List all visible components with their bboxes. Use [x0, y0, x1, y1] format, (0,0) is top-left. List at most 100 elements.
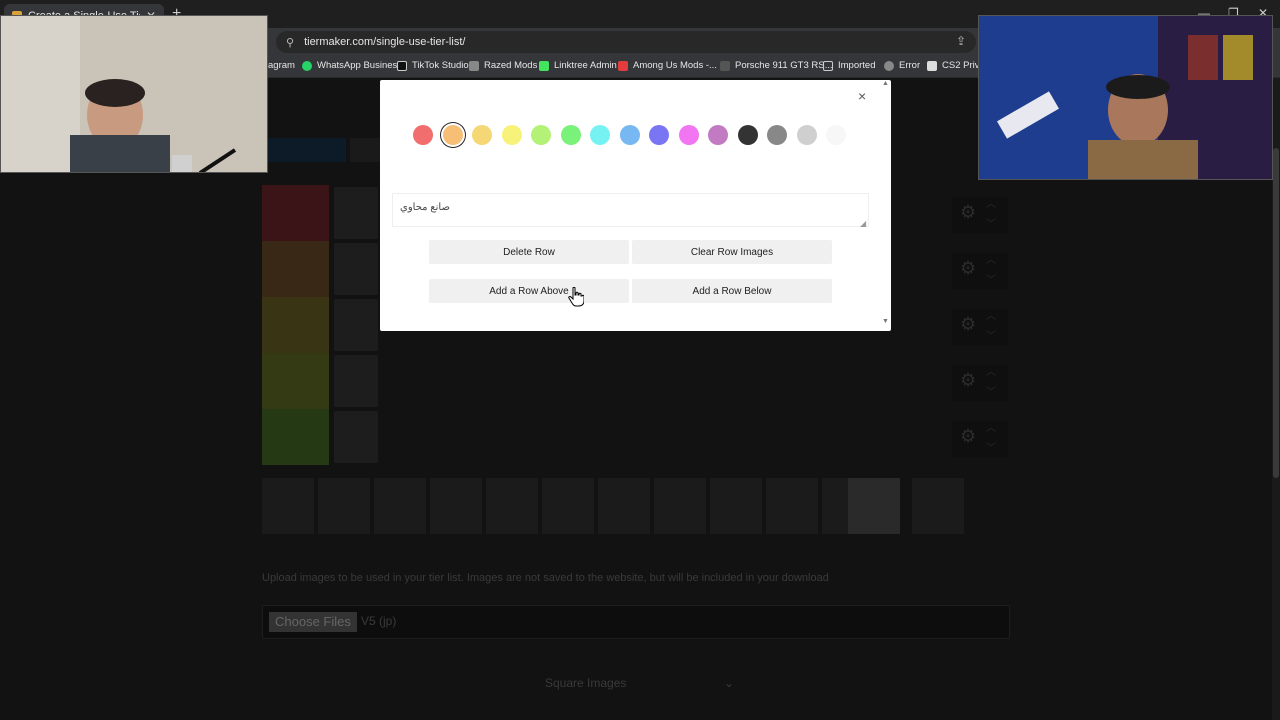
pool-image[interactable]: [766, 478, 818, 534]
clear-row-images-button[interactable]: Clear Row Images: [632, 240, 832, 264]
chevron-up-icon[interactable]: ︿: [986, 251, 996, 266]
tier-item[interactable]: [334, 355, 378, 407]
color-swatch[interactable]: [442, 125, 463, 145]
tiktok-icon: [397, 60, 407, 71]
add-row-above-button[interactable]: Add a Row Above: [429, 279, 629, 303]
upload-instructions: Upload images to be used in your tier li…: [262, 572, 829, 584]
color-swatch[interactable]: [826, 125, 846, 145]
bookmark-label: Linktree Admin: [554, 60, 617, 71]
scrollbar-thumb[interactable]: [1273, 148, 1279, 478]
row-label-input[interactable]: صانع محاوي: [392, 193, 869, 227]
color-swatch[interactable]: [560, 125, 581, 145]
chevron-down-icon[interactable]: ﹀: [986, 439, 996, 454]
page-scrollbar[interactable]: [1272, 78, 1280, 720]
gear-icon[interactable]: ⚙: [960, 315, 978, 333]
bookmark-porsche[interactable]: Porsche 911 GT3 RS...: [720, 60, 833, 71]
resize-grip-icon[interactable]: ◢: [860, 219, 890, 331]
close-icon[interactable]: ×: [858, 88, 866, 104]
pool-image[interactable]: [262, 478, 314, 534]
color-swatch[interactable]: [678, 125, 699, 145]
chevron-up-icon[interactable]: ︿: [986, 419, 996, 434]
color-swatch[interactable]: [472, 125, 492, 145]
gear-icon[interactable]: ⚙: [960, 203, 978, 221]
chevron-up-icon[interactable]: ︿: [986, 195, 996, 210]
pool-image[interactable]: [654, 478, 706, 534]
tier-row: ⚙ ︿ ﹀: [262, 353, 1010, 409]
scroll-up-icon[interactable]: ▲: [882, 80, 889, 87]
tier-label[interactable]: [262, 297, 329, 353]
tier-item[interactable]: [334, 187, 378, 239]
gear-icon[interactable]: ⚙: [960, 427, 978, 445]
delete-row-button[interactable]: Delete Row: [429, 240, 629, 264]
screen: ⚙ ︿ ﹀ ⚙ ︿ ﹀ ⚙ ︿ ﹀ ⚙ ︿ ﹀ ⚙ ︿ ﹀ Upload ima…: [0, 0, 1280, 720]
tier-settings: ⚙ ︿ ﹀: [952, 309, 1008, 345]
site-info-icon[interactable]: ⚲: [286, 36, 294, 49]
chevron-down-icon[interactable]: ﹀: [986, 215, 996, 230]
cs2-icon: [927, 60, 937, 71]
razed-icon: [469, 60, 479, 71]
background-primary-button[interactable]: [262, 138, 346, 162]
choose-files-button[interactable]: Choose Files: [269, 612, 357, 632]
chevron-down-icon[interactable]: ﹀: [986, 383, 996, 398]
row-settings-modal: × ▲ ▼ صانع محاوي ◢ Delete Row Clear Row …: [380, 80, 891, 331]
bookmark-label: WhatsApp Business: [317, 60, 403, 71]
chevron-down-icon[interactable]: ﹀: [986, 271, 996, 286]
gear-icon[interactable]: ⚙: [960, 371, 978, 389]
bookmark-razed[interactable]: Razed Mods: [469, 60, 537, 71]
color-swatch[interactable]: [590, 125, 610, 145]
pool-image[interactable]: [430, 478, 482, 534]
bookmark-label: TikTok Studio: [412, 60, 469, 71]
webcam-overlay-left: [0, 15, 268, 173]
unranked-image-pool: [262, 478, 964, 536]
tier-label[interactable]: [262, 241, 329, 297]
pool-image[interactable]: [374, 478, 426, 534]
bookmark-imported[interactable]: Imported: [823, 60, 876, 71]
bookmark-label: Porsche 911 GT3 RS...: [735, 60, 833, 71]
webcam-frame: [978, 15, 1273, 180]
color-swatch[interactable]: [796, 125, 817, 145]
color-swatch[interactable]: [767, 125, 787, 145]
bookmark-error[interactable]: Error: [884, 60, 920, 71]
color-swatch[interactable]: [531, 125, 551, 145]
color-swatch[interactable]: [649, 125, 669, 145]
pool-image[interactable]: [542, 478, 594, 534]
tier-item[interactable]: [334, 243, 378, 295]
pool-image[interactable]: [486, 478, 538, 534]
pool-image[interactable]: [598, 478, 650, 534]
bookmark-linktree[interactable]: Linktree Admin: [539, 60, 617, 71]
gear-icon[interactable]: ⚙: [960, 259, 978, 277]
hand-cursor-icon: [568, 287, 584, 307]
bookmark-amongus[interactable]: Among Us Mods -...: [618, 60, 717, 71]
background-secondary-button[interactable]: [350, 138, 382, 162]
pool-image[interactable]: [848, 478, 900, 534]
color-swatch[interactable]: [619, 125, 640, 145]
tier-item[interactable]: [334, 411, 378, 463]
share-icon[interactable]: ⇪: [956, 34, 966, 48]
color-swatch[interactable]: [501, 125, 522, 145]
chevron-down-icon[interactable]: ﹀: [986, 327, 996, 342]
bookmark-label: Among Us Mods -...: [633, 60, 717, 71]
bookmark-whatsapp[interactable]: WhatsApp Business: [302, 60, 402, 71]
add-row-below-button[interactable]: Add a Row Below: [632, 279, 832, 303]
image-shape-select[interactable]: Square Images ⌄: [540, 670, 740, 696]
tier-settings: ⚙ ︿ ﹀: [952, 197, 1008, 233]
color-swatch[interactable]: [737, 125, 758, 145]
pool-image[interactable]: [912, 478, 964, 534]
pool-image[interactable]: [318, 478, 370, 534]
color-swatch[interactable]: [413, 125, 433, 145]
bookmark-instagram[interactable]: agram: [268, 60, 295, 71]
tier-label[interactable]: [262, 409, 329, 465]
image-shape-value: Square Images: [545, 676, 627, 690]
chevron-up-icon[interactable]: ︿: [986, 307, 996, 322]
tier-label[interactable]: [262, 353, 329, 409]
pool-image[interactable]: [710, 478, 762, 534]
color-swatch[interactable]: [708, 125, 728, 145]
webcam-overlay-right: [978, 15, 1273, 180]
address-bar[interactable]: ⚲ tiermaker.com/single-use-tier-list/: [276, 31, 976, 53]
bookmark-tiktok[interactable]: TikTok Studio: [397, 60, 469, 71]
bookmark-label: Razed Mods: [484, 60, 538, 71]
chevron-up-icon[interactable]: ︿: [986, 363, 996, 378]
tier-label[interactable]: [262, 185, 329, 241]
tier-item[interactable]: [334, 299, 378, 351]
tier-settings: ⚙ ︿ ﹀: [952, 421, 1008, 457]
